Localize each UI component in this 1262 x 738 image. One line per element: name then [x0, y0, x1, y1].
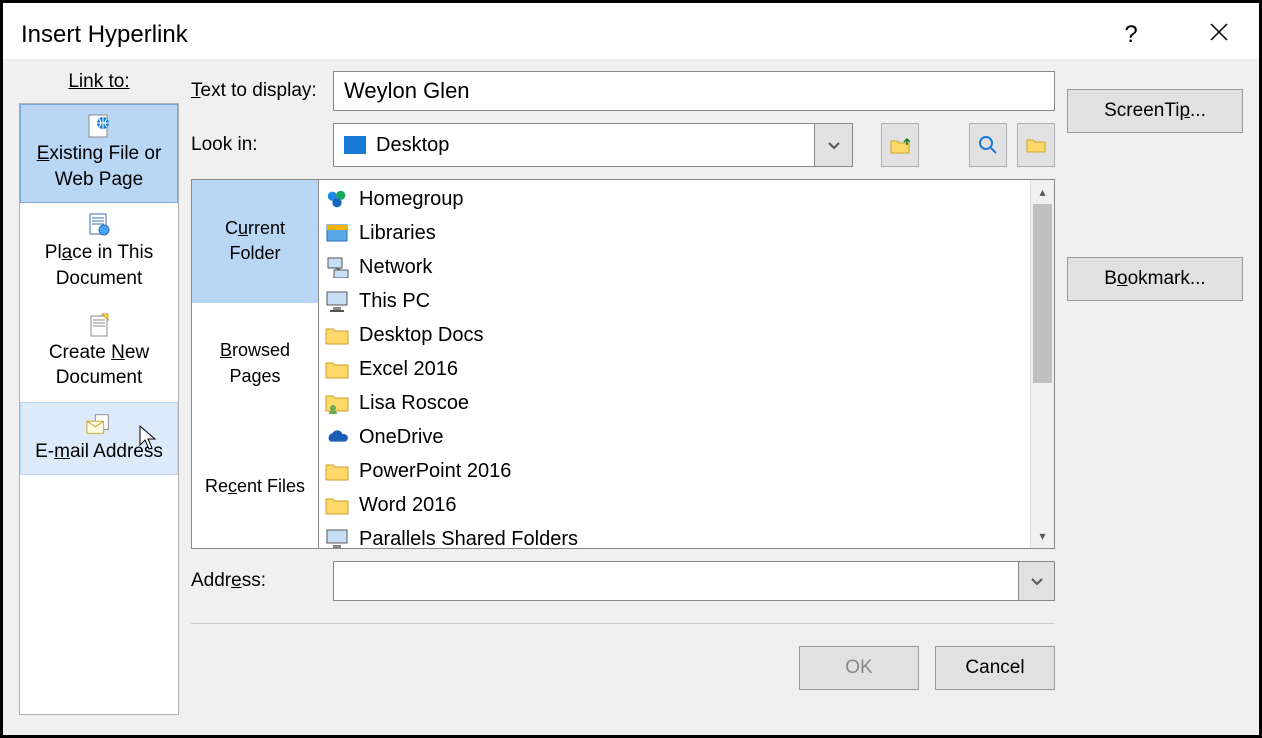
help-button[interactable]: ?: [1109, 21, 1153, 49]
right-column: ScreenTip... Bookmark...: [1067, 71, 1243, 715]
list-item[interactable]: Network: [325, 250, 1030, 284]
list-item[interactable]: Homegroup: [325, 182, 1030, 216]
browse-area: Current Folder Browsed Pages Recent File…: [191, 179, 1055, 549]
tab-recent-files[interactable]: Recent Files: [192, 425, 318, 548]
cancel-button[interactable]: Cancel: [935, 646, 1055, 690]
pc-icon: [325, 289, 349, 313]
chevron-down-icon: [827, 138, 841, 152]
file-name: Parallels Shared Folders: [359, 528, 578, 549]
file-name: Lisa Roscoe: [359, 392, 469, 415]
network-icon: [325, 255, 349, 279]
folder-icon: [325, 493, 349, 517]
scroll-down-icon[interactable]: ▾: [1031, 524, 1054, 548]
file-name: This PC: [359, 290, 430, 313]
text-to-display-row: Text to display:: [191, 71, 1055, 111]
browse-tabs: Current Folder Browsed Pages Recent File…: [192, 180, 318, 548]
desktop-icon: [344, 136, 366, 154]
folder-icon: [325, 323, 349, 347]
file-name: Word 2016: [359, 494, 456, 517]
globe-page-icon: [86, 113, 112, 139]
address-dropdown-arrow[interactable]: [1018, 562, 1054, 600]
list-item[interactable]: Desktop Docs: [325, 318, 1030, 352]
close-icon: [1209, 22, 1229, 42]
file-list-wrap: Homegroup Libraries Network This PC Desktop …: [318, 180, 1054, 548]
scrollbar-track[interactable]: [1031, 204, 1054, 524]
look-in-row: Look in: Desktop: [191, 123, 1055, 167]
folder-open-icon: [1026, 137, 1046, 153]
link-to-label: Link to:: [19, 71, 179, 93]
file-name: Libraries: [359, 222, 436, 245]
list-item[interactable]: Parallels Shared Folders: [325, 522, 1030, 548]
folder-up-icon: [890, 136, 910, 154]
file-name: Excel 2016: [359, 358, 458, 381]
scrollbar[interactable]: ▴ ▾: [1030, 180, 1054, 548]
look-in-label: Look in:: [191, 123, 323, 167]
list-item[interactable]: Excel 2016: [325, 352, 1030, 386]
file-name: OneDrive: [359, 426, 443, 449]
tab-browsed-pages[interactable]: Browsed Pages: [192, 303, 318, 426]
titlebar: Insert Hyperlink ?: [3, 3, 1259, 59]
titlebar-controls: ?: [1109, 21, 1241, 49]
libraries-icon: [325, 221, 349, 245]
link-to-list: Existing File or Web Page Place in This …: [19, 103, 179, 715]
onedrive-icon: [325, 425, 349, 449]
scrollbar-thumb[interactable]: [1033, 204, 1052, 383]
document-target-icon: [86, 212, 112, 238]
new-document-icon: [86, 312, 112, 338]
list-item[interactable]: Word 2016: [325, 488, 1030, 522]
look-in-value: Desktop: [376, 134, 449, 157]
close-button[interactable]: [1197, 21, 1241, 49]
look-in-display: Desktop: [334, 124, 814, 166]
browse-web-button[interactable]: [969, 123, 1007, 167]
bookmark-button[interactable]: Bookmark...: [1067, 257, 1243, 301]
footer-buttons: OK Cancel: [191, 646, 1055, 690]
link-to-column: Link to: Existing File or Web Page Place…: [19, 71, 179, 715]
list-item[interactable]: Lisa Roscoe: [325, 386, 1030, 420]
tab-current-folder[interactable]: Current Folder: [192, 180, 318, 303]
list-item[interactable]: Libraries: [325, 216, 1030, 250]
look-in-dropdown[interactable]: Desktop: [333, 123, 853, 167]
pc-icon: [325, 527, 349, 548]
file-name: Desktop Docs: [359, 324, 484, 347]
link-to-email-address[interactable]: E-mail Address: [20, 402, 178, 476]
insert-hyperlink-dialog: Insert Hyperlink ? Link to: Existing Fil…: [0, 0, 1262, 738]
chevron-down-icon: [1030, 574, 1044, 588]
homegroup-icon: [325, 187, 349, 211]
folder-icon: [325, 459, 349, 483]
user-icon: [325, 391, 349, 415]
file-list[interactable]: Homegroup Libraries Network This PC Desktop …: [319, 180, 1030, 548]
folder-icon: [325, 357, 349, 381]
file-name: Network: [359, 256, 432, 279]
dialog-title: Insert Hyperlink: [21, 21, 188, 49]
email-icon: [86, 411, 112, 437]
main-column: Text to display: Look in: Desktop: [191, 71, 1055, 715]
screentip-button[interactable]: ScreenTip...: [1067, 89, 1243, 133]
browse-file-button[interactable]: [1017, 123, 1055, 167]
dialog-body: Link to: Existing File or Web Page Place…: [3, 59, 1259, 735]
ok-button[interactable]: OK: [799, 646, 919, 690]
text-to-display-label: Text to display:: [191, 80, 323, 102]
file-name: Homegroup: [359, 188, 464, 211]
link-to-existing-file[interactable]: Existing File or Web Page: [20, 104, 178, 203]
dropdown-arrow[interactable]: [814, 124, 852, 166]
search-web-icon: [978, 135, 998, 155]
link-to-create-new-document[interactable]: Create New Document: [20, 303, 178, 402]
text-to-display-input[interactable]: [333, 71, 1055, 111]
address-combobox[interactable]: [333, 561, 1055, 601]
address-row: Address:: [191, 561, 1055, 601]
list-item[interactable]: This PC: [325, 284, 1030, 318]
address-input[interactable]: [334, 562, 1018, 600]
up-one-level-button[interactable]: [881, 123, 919, 167]
list-item[interactable]: OneDrive: [325, 420, 1030, 454]
scroll-up-icon[interactable]: ▴: [1031, 180, 1054, 204]
link-to-place-in-document[interactable]: Place in This Document: [20, 203, 178, 302]
file-name: PowerPoint 2016: [359, 460, 511, 483]
address-label: Address:: [191, 570, 323, 592]
separator: [191, 623, 1055, 624]
list-item[interactable]: PowerPoint 2016: [325, 454, 1030, 488]
